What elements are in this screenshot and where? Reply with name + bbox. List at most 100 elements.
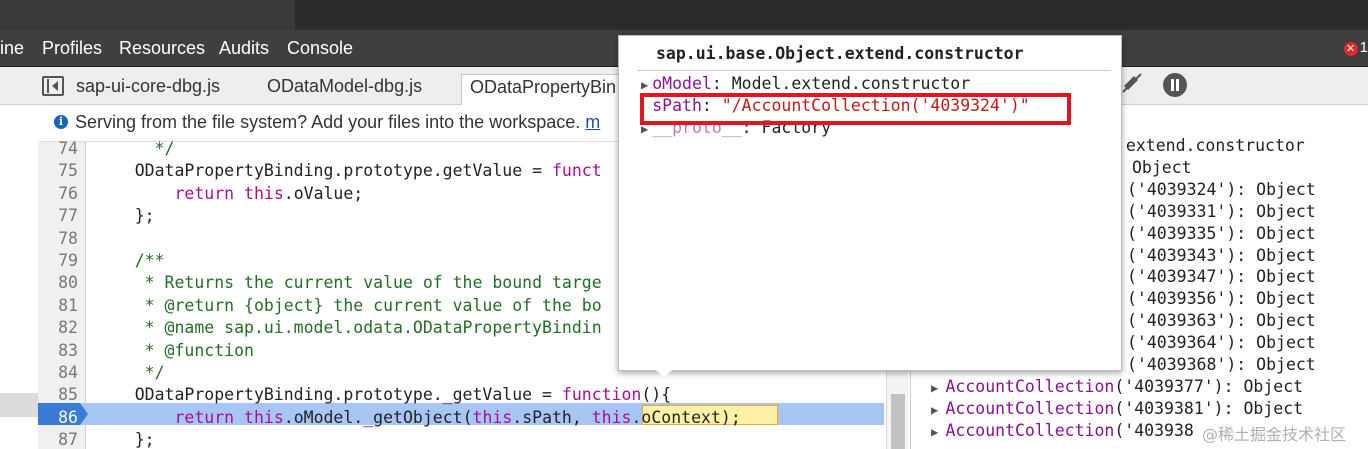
tab-profiles[interactable]: Profiles	[42, 38, 102, 59]
code-token: (){	[641, 385, 672, 405]
popover-property-name: oModel	[652, 74, 712, 93]
tab-timeline[interactable]: ine	[0, 38, 24, 59]
code-token: ODataPropertyBinding.prototype.getValue …	[95, 161, 552, 181]
scope-variable-row[interactable]: ('4039356'): Object	[1127, 288, 1316, 310]
scope-variable-value: ('4039335'): Object	[1127, 223, 1316, 243]
info-icon: i	[54, 115, 68, 129]
scope-variable-name: AccountCollection	[945, 420, 1115, 440]
scope-variable-row[interactable]: ('4039368'): Object	[1127, 354, 1316, 376]
line-number[interactable]: 76	[38, 183, 78, 205]
file-tab-odatapropertybinding[interactable]: ODataPropertyBin	[461, 74, 621, 105]
scope-variable-row[interactable]: ('4039343'): Object	[1127, 245, 1316, 267]
code-text: return this.oValue;	[95, 183, 363, 205]
tab-resources[interactable]: Resources	[119, 38, 205, 59]
scope-variable-value: Object	[1132, 157, 1192, 177]
line-number[interactable]: 78	[38, 228, 78, 250]
line-number[interactable]: 79	[38, 250, 78, 272]
code-token: return this	[174, 183, 284, 203]
code-text: * Returns the current value of the bound…	[95, 272, 602, 294]
line-number[interactable]: 87	[38, 429, 78, 449]
scope-variable-row[interactable]: ('4039347'): Object	[1127, 266, 1316, 288]
code-text: /**	[95, 250, 165, 272]
error-icon: ✕	[1343, 42, 1358, 56]
popover-separator: :	[711, 74, 732, 93]
line-number[interactable]: 86	[38, 407, 78, 429]
navigator-toggle-icon[interactable]	[42, 76, 64, 96]
scope-variable-row[interactable]: ▶ AccountCollection('403938	[931, 420, 1194, 442]
tab-console[interactable]: Console	[287, 38, 353, 59]
tab-audits[interactable]: Audits	[219, 38, 269, 59]
scope-variable-value: ('4039324'): Object	[1127, 179, 1316, 199]
popover-divider	[637, 70, 1111, 71]
code-token: function	[561, 385, 642, 405]
scope-variable-row[interactable]: ('4039324'): Object	[1127, 179, 1316, 201]
scope-variable-row[interactable]: Object	[1132, 157, 1192, 179]
scope-variable-row[interactable]: ('4039364'): Object	[1127, 332, 1316, 354]
code-token: };	[95, 206, 155, 226]
code-token: * @return {object} the current value of …	[95, 295, 602, 315]
scope-variable-row[interactable]: ▶ AccountCollection('4039381'): Object	[931, 398, 1303, 420]
code-line[interactable]: 86 return this.oModel._getObject(this.sP…	[38, 407, 886, 429]
file-tab-sap-ui-core[interactable]: sap-ui-core-dbg.js	[68, 74, 228, 105]
infobar-link[interactable]: m	[585, 112, 600, 132]
code-token: .sPath,	[512, 407, 592, 427]
scope-variable-value: ('4039381'): Object	[1114, 398, 1304, 418]
code-line[interactable]: 87 };	[38, 429, 886, 449]
code-text: };	[95, 429, 155, 449]
scope-variable-value: ('4039377'): Object	[1114, 376, 1304, 396]
expand-triangle-icon[interactable]: ▶	[931, 403, 945, 417]
error-count: 1	[1359, 39, 1368, 56]
error-count-badge[interactable]: ✕ 1	[1343, 39, 1368, 56]
scope-variable-name: AccountCollection	[945, 398, 1115, 418]
scope-variable-value: ('4039347'): Object	[1127, 267, 1316, 287]
navigator-sidebar	[0, 106, 38, 449]
expand-triangle-icon[interactable]: ▶	[641, 78, 648, 92]
line-number[interactable]: 80	[38, 272, 78, 294]
scope-variable-value: ('4039343'): Object	[1127, 245, 1316, 265]
line-number[interactable]: 77	[38, 205, 78, 227]
deactivate-breakpoints-icon[interactable]	[1121, 72, 1143, 94]
scope-variable-row[interactable]: ('4039331'): Object	[1127, 201, 1316, 223]
popover-title: sap.ui.base.Object.extend.constructor	[656, 44, 1024, 63]
scope-variable-row[interactable]: ('4039363'): Object	[1127, 310, 1316, 332]
scope-variable-value: ('4039331'): Object	[1127, 201, 1316, 221]
scope-variable-value: ('4039364'): Object	[1127, 333, 1316, 353]
code-token: };	[95, 430, 155, 449]
scope-variable-value: ('403938	[1114, 420, 1194, 440]
expand-triangle-icon[interactable]: ▶	[931, 425, 945, 439]
code-token: return this	[174, 407, 284, 427]
code-line[interactable]: 85 ODataPropertyBinding.prototype._getVa…	[38, 384, 886, 406]
line-number[interactable]: 74	[38, 138, 78, 160]
code-token: * Returns the current value of the bound…	[95, 273, 602, 293]
line-number[interactable]: 82	[38, 317, 78, 339]
line-number[interactable]: 85	[38, 384, 78, 406]
code-token: /**	[95, 251, 165, 270]
code-text: * @return {object} the current value of …	[95, 295, 602, 317]
code-text: ODataPropertyBinding.prototype.getValue …	[95, 160, 602, 182]
navigator-selected-item[interactable]	[0, 393, 38, 417]
scope-variable-row[interactable]: .extend.constructor	[1116, 135, 1305, 157]
file-tab-odatamodel[interactable]: ODataModel-dbg.js	[259, 74, 430, 105]
scope-variable-value: ('4039368'): Object	[1127, 355, 1316, 374]
browser-tab[interactable]	[0, 0, 295, 30]
code-token: */	[95, 363, 165, 382]
code-token: .oValue;	[283, 183, 364, 203]
code-text: return this.oModel._getObject(this.sPath…	[95, 407, 740, 429]
line-number[interactable]: 84	[38, 362, 78, 384]
scrollbar-thumb[interactable]	[891, 394, 905, 449]
code-text: */	[95, 362, 165, 384]
line-number[interactable]: 83	[38, 340, 78, 362]
pause-icon[interactable]	[1163, 73, 1187, 97]
scope-variable-row[interactable]: ('4039335'): Object	[1127, 223, 1316, 245]
scope-variable-row[interactable]: ▶ AccountCollection('4039377'): Object	[931, 376, 1303, 398]
line-number[interactable]: 75	[38, 160, 78, 182]
code-token: this	[472, 407, 513, 427]
line-number[interactable]: 81	[38, 295, 78, 317]
expand-triangle-icon[interactable]: ▶	[931, 381, 945, 395]
code-token: ODataPropertyBinding.prototype._getValue…	[95, 385, 562, 405]
code-token: * @name sap.ui.model.odata.ODataProperty…	[95, 318, 602, 338]
code-text: };	[95, 205, 155, 227]
scope-variable-value: ('4039363'): Object	[1127, 311, 1316, 331]
